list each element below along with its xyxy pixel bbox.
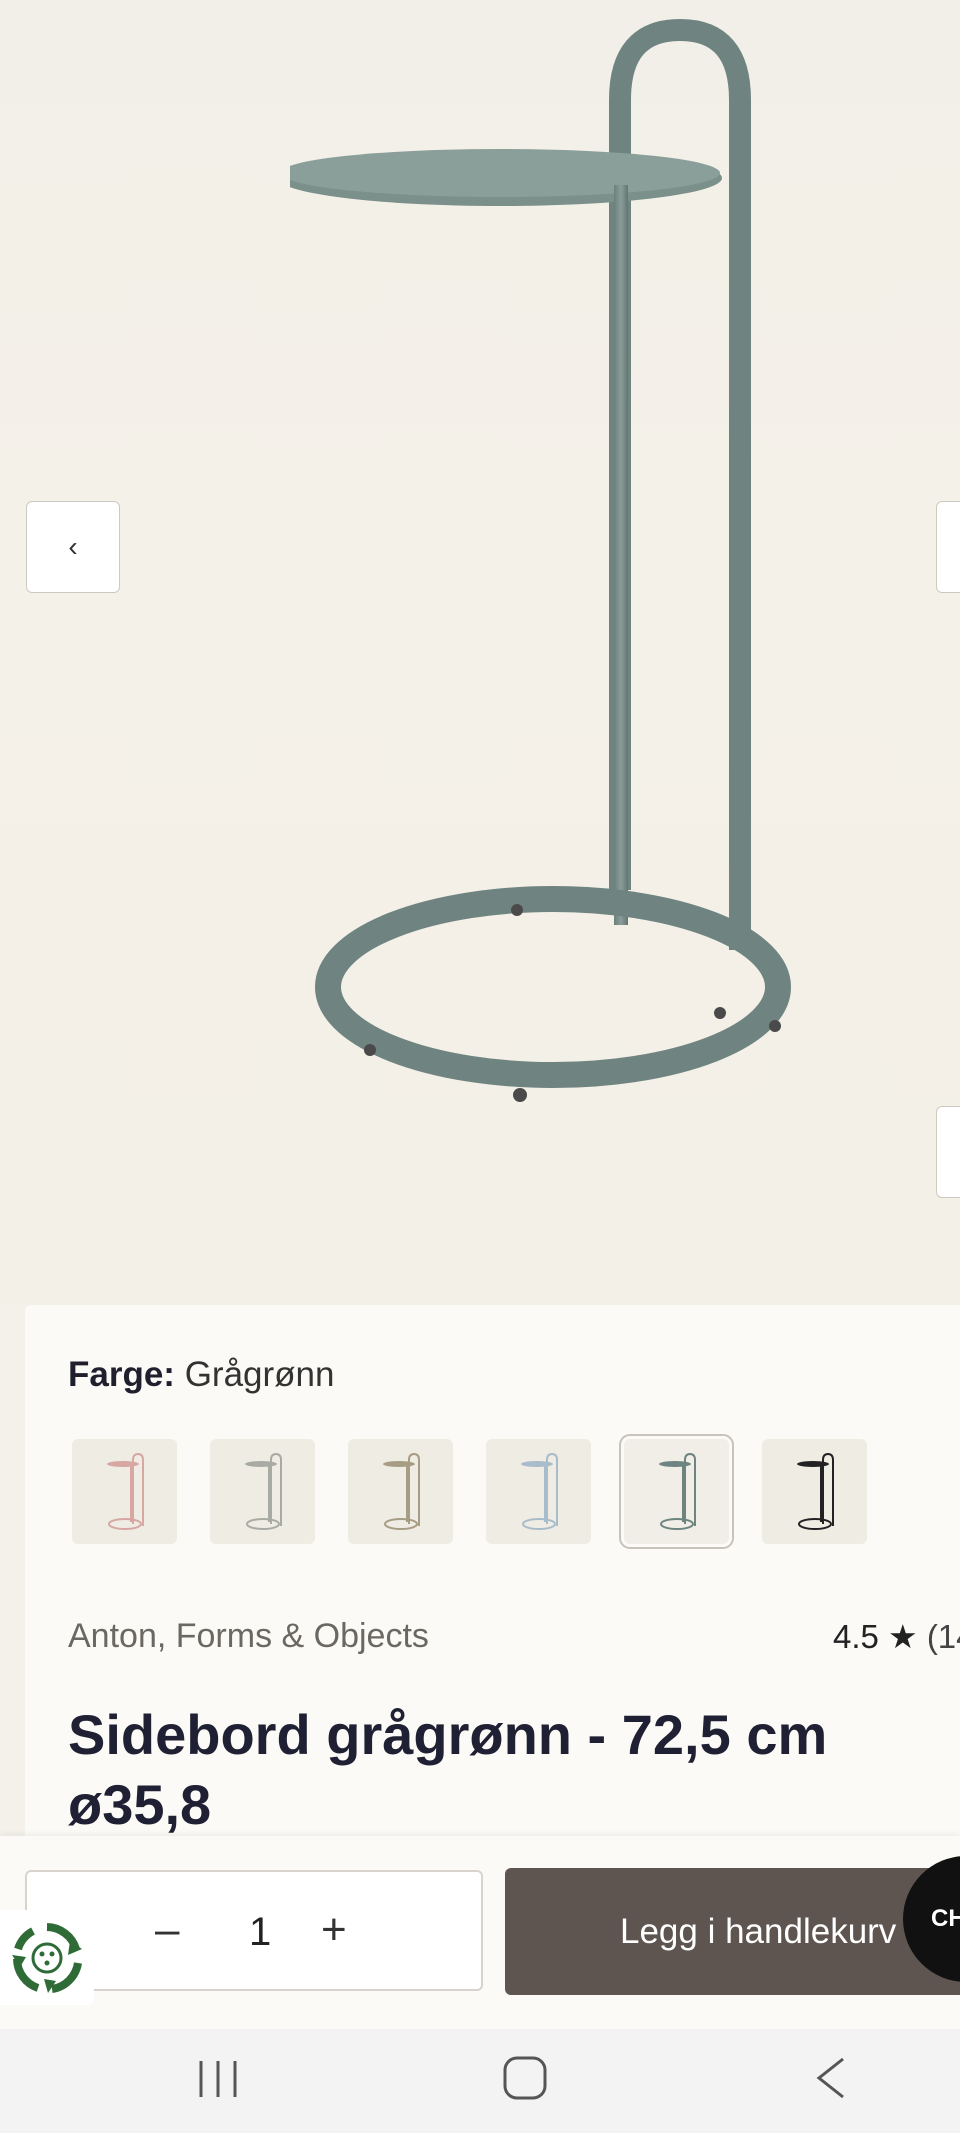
- previous-image-button[interactable]: ‹: [26, 501, 120, 593]
- product-image: [290, 18, 791, 1102]
- star-icon: ★: [888, 1618, 918, 1655]
- color-value: Grågrønn: [184, 1355, 335, 1394]
- product-title: Sidebord grågrønn - 72,5 cm ø35,8: [68, 1703, 828, 1836]
- quantity-value[interactable]: 1: [249, 1904, 271, 1960]
- brand-link[interactable]: Anton, Forms & Objects: [68, 1617, 429, 1656]
- table-thumbnail-icon: [658, 1452, 696, 1530]
- next-image-button[interactable]: [936, 501, 960, 593]
- product-rating[interactable]: 4.5 ★ (14: [833, 1617, 960, 1656]
- product-image-gallery: ‹: [0, 0, 960, 1305]
- chevron-left-icon: ‹: [68, 531, 78, 562]
- color-swatch-svart[interactable]: [762, 1439, 867, 1544]
- color-swatch-gragronn[interactable]: [619, 1434, 734, 1549]
- add-to-cart-label: Legg i handlekurv: [620, 1911, 897, 1951]
- rating-value: 4.5: [833, 1618, 879, 1655]
- recycling-badge[interactable]: [0, 1910, 94, 2005]
- decrease-quantity-button[interactable]: –: [155, 1902, 179, 1958]
- purchase-bar: – 1 + Legg i handlekurv CH: [0, 1836, 960, 2029]
- product-info-card: Farge: Grågrønn Anton, Forms & Objects 4…: [25, 1305, 960, 1845]
- recycle-icon: [12, 1922, 82, 1993]
- table-thumbnail-icon: [244, 1452, 282, 1530]
- recent-apps-icon[interactable]: [195, 2057, 241, 2101]
- android-navigation-bar: [0, 2029, 960, 2133]
- rating-count: (14: [926, 1618, 960, 1655]
- add-to-cart-button[interactable]: Legg i handlekurv: [505, 1868, 960, 1995]
- home-icon[interactable]: [502, 2055, 548, 2101]
- next-thumbnail-button[interactable]: [936, 1106, 960, 1198]
- back-icon[interactable]: [813, 2055, 849, 2101]
- table-thumbnail-icon: [382, 1452, 420, 1530]
- color-selector-label: Farge: Grågrønn: [68, 1355, 334, 1395]
- color-swatches: [72, 1434, 867, 1549]
- color-swatch-lysebla[interactable]: [486, 1439, 591, 1544]
- increase-quantity-button[interactable]: +: [321, 1902, 347, 1958]
- color-swatch-rosa[interactable]: [72, 1439, 177, 1544]
- color-swatch-gra[interactable]: [210, 1439, 315, 1544]
- chat-label: CH: [931, 1905, 960, 1932]
- table-thumbnail-icon: [520, 1452, 558, 1530]
- table-thumbnail-icon: [106, 1452, 144, 1530]
- table-thumbnail-icon: [796, 1452, 834, 1530]
- color-label: Farge:: [68, 1355, 175, 1394]
- color-swatch-sand[interactable]: [348, 1439, 453, 1544]
